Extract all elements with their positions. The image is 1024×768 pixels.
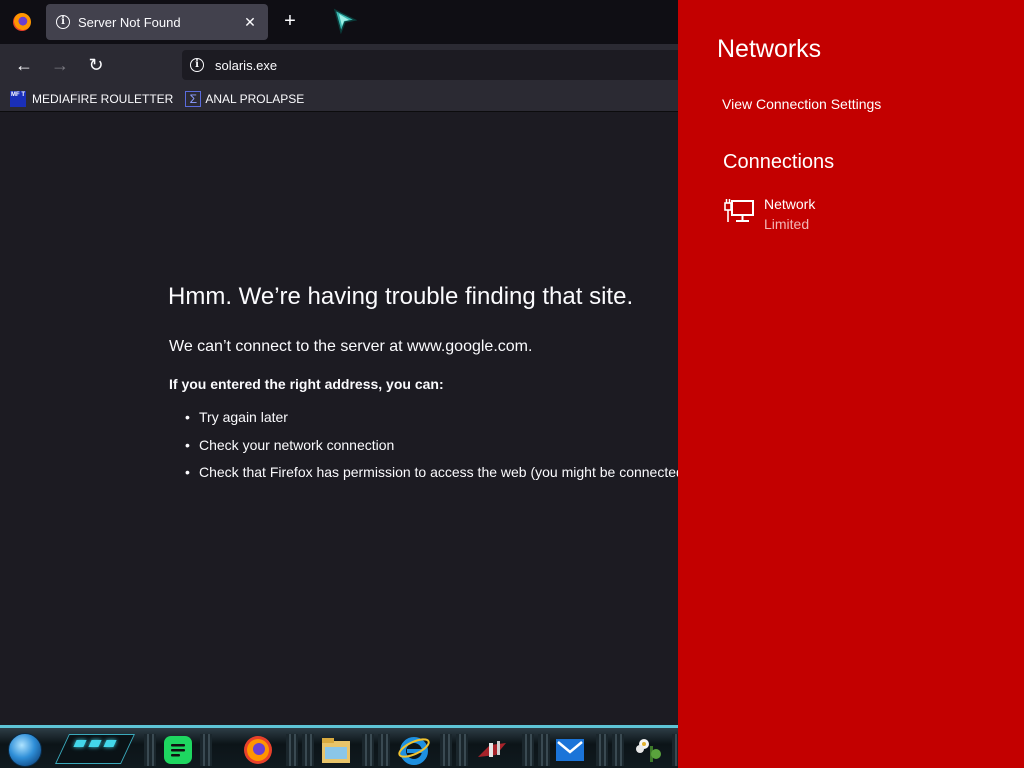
firefox-window: i Server Not Found ✕ + ← → ↻ i solaris.e…	[0, 0, 678, 768]
mediafire-icon: MF T	[10, 90, 26, 107]
back-arrow-icon[interactable]: ←	[12, 53, 36, 77]
file-explorer-icon[interactable]	[318, 732, 354, 768]
mail-icon[interactable]	[552, 732, 588, 768]
firefox-icon	[13, 13, 31, 31]
close-tab-icon[interactable]: ✕	[242, 14, 258, 30]
taskbar-divider	[302, 734, 314, 766]
bookmark-label: MEDIAFIRE ROULETTER	[32, 91, 174, 106]
taskbar-divider	[378, 734, 390, 766]
url-text: solaris.exe	[215, 57, 278, 73]
taskbar-divider	[538, 734, 550, 766]
forward-arrow-icon[interactable]: →	[48, 53, 72, 77]
connections-heading: Connections	[723, 151, 835, 173]
error-subheading: If you entered the right address, you ca…	[169, 376, 444, 392]
flyout-title: Networks	[717, 35, 822, 63]
taskbar-divider	[440, 734, 452, 766]
wired-network-icon	[724, 199, 754, 222]
suggestion-list: • Try again later • Check your network con…	[185, 409, 678, 492]
reload-icon[interactable]: ↻	[84, 53, 108, 77]
bookmark-anal-prolapse[interactable]: Σ ANAL PROLAPSE	[185, 90, 305, 107]
tab-title: Server Not Found	[78, 14, 181, 30]
game-app-icon[interactable]	[474, 732, 510, 768]
mouse-cursor-icon	[333, 8, 357, 34]
tab-strip: i Server Not Found ✕ +	[0, 0, 678, 44]
taskbar-divider	[286, 734, 298, 766]
flower-app-icon[interactable]	[630, 732, 666, 768]
network-name: Network	[764, 196, 816, 212]
task-view-strip[interactable]	[55, 734, 135, 764]
networks-flyout: Networks View Connection Settings Connec…	[678, 0, 1024, 768]
navigation-toolbar: ← → ↻ i solaris.exe	[0, 44, 678, 86]
list-item: • Check that Firefox has permission to ac…	[185, 464, 678, 480]
taskbar-divider	[596, 734, 608, 766]
sigma-icon: Σ	[185, 90, 202, 107]
task-indicator-icon	[73, 740, 117, 747]
new-tab-button[interactable]: +	[278, 10, 302, 34]
internet-explorer-icon[interactable]	[396, 732, 432, 768]
start-orb-icon[interactable]	[8, 733, 42, 767]
taskbar-divider	[144, 734, 156, 766]
error-title: Hmm. We’re having trouble finding that s…	[168, 283, 634, 310]
tab-server-not-found[interactable]: i Server Not Found ✕	[46, 4, 268, 40]
view-connection-settings-link[interactable]: View Connection Settings	[722, 96, 881, 112]
taskbar-divider	[522, 734, 534, 766]
taskbar-divider	[456, 734, 468, 766]
list-item: • Try again later	[185, 409, 288, 425]
taskbar-divider	[612, 734, 624, 766]
network-status: Limited	[764, 216, 810, 232]
spotify-icon[interactable]	[160, 732, 196, 768]
taskbar-divider	[200, 734, 212, 766]
error-page: Hmm. We’re having trouble finding that s…	[0, 113, 678, 725]
firefox-icon[interactable]	[240, 732, 276, 768]
firefox-menu-button[interactable]	[0, 0, 44, 44]
network-item[interactable]: Network Limited	[723, 194, 973, 238]
error-description: We can’t connect to the server at www.go…	[169, 338, 533, 355]
info-icon: i	[56, 15, 70, 29]
bookmarks-toolbar: MF T MEDIAFIRE ROULETTER Σ ANAL PROLAPSE	[0, 86, 678, 112]
site-info-icon[interactable]: i	[190, 58, 204, 72]
bookmark-label: ANAL PROLAPSE	[205, 91, 305, 106]
taskbar	[0, 725, 678, 768]
address-bar[interactable]: i solaris.exe	[182, 50, 678, 80]
bookmark-mediafire-rouletter[interactable]: MF T MEDIAFIRE ROULETTER	[10, 90, 174, 107]
taskbar-divider	[362, 734, 374, 766]
list-item: • Check your network connection	[185, 436, 395, 453]
